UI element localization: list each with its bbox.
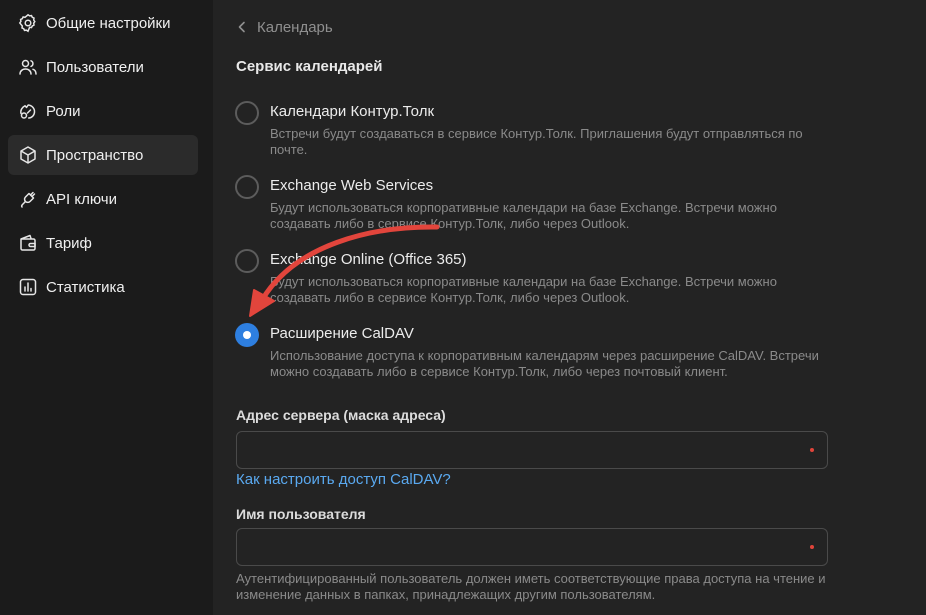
username-label: Имя пользователя xyxy=(236,506,366,522)
sidebar-item-label: Тариф xyxy=(46,234,92,252)
radio-office365[interactable] xyxy=(235,249,259,273)
gear-icon xyxy=(18,13,38,33)
calendar-option-ews: Exchange Web Services Будут использовать… xyxy=(235,175,835,235)
required-indicator xyxy=(810,545,814,549)
option-title: Exchange Online (Office 365) xyxy=(270,251,467,268)
radio-kontur[interactable] xyxy=(235,101,259,125)
required-indicator xyxy=(810,448,814,452)
users-icon xyxy=(18,57,38,77)
option-description: Будут использоваться корпоративные кален… xyxy=(270,274,777,305)
back-button[interactable]: Календарь xyxy=(235,16,333,38)
sidebar-item-users[interactable]: Пользователи xyxy=(8,47,198,87)
sidebar-item-label: API ключи xyxy=(46,190,117,208)
sidebar-item-label: Статистика xyxy=(46,278,125,296)
sidebar-item-label: Общие настройки xyxy=(46,14,171,32)
option-title: Календари Контур.Толк xyxy=(270,103,435,120)
settings-window: Общие настройки Пользователи Роли Простр… xyxy=(0,0,926,615)
sidebar-item-api-keys[interactable]: API ключи xyxy=(8,179,198,219)
option-description: Встречи будут создаваться в сервисе Конт… xyxy=(270,126,803,157)
calendar-option-caldav: Расширение CalDAV Использование доступа … xyxy=(235,323,835,383)
caldav-help-link[interactable]: Как настроить доступ CalDAV? xyxy=(236,471,451,488)
cube-icon xyxy=(18,145,38,165)
server-address-input[interactable] xyxy=(236,431,828,469)
sidebar-item-tariff[interactable]: Тариф xyxy=(8,223,198,263)
sidebar-item-statistics[interactable]: Статистика xyxy=(8,267,198,307)
chart-icon xyxy=(18,277,38,297)
section-title: Сервис календарей xyxy=(236,58,383,75)
username-hint: Аутентифицированный пользователь должен … xyxy=(236,571,826,602)
sidebar-item-general-settings[interactable]: Общие настройки xyxy=(8,3,198,43)
sidebar-item-label: Роли xyxy=(46,102,81,120)
sidebar-item-roles[interactable]: Роли xyxy=(8,91,198,131)
calendar-settings-panel: Календарь Сервис календарей Календари Ко… xyxy=(213,0,926,615)
sidebar-item-label: Пользователи xyxy=(46,58,144,76)
chevron-left-icon xyxy=(238,21,245,33)
server-address-label: Адрес сервера (маска адреса) xyxy=(236,407,446,423)
radio-caldav[interactable] xyxy=(235,323,259,347)
plug-icon xyxy=(18,189,38,209)
option-title: Расширение CalDAV xyxy=(270,325,414,342)
sidebar: Общие настройки Пользователи Роли Простр… xyxy=(0,0,213,615)
wallet-icon xyxy=(18,233,38,253)
option-description: Использование доступа к корпоративным ка… xyxy=(270,348,819,379)
sidebar-item-label: Пространство xyxy=(46,146,144,164)
radio-ews[interactable] xyxy=(235,175,259,199)
back-label: Календарь xyxy=(257,18,333,36)
calendar-option-kontur: Календари Контур.Толк Встречи будут созд… xyxy=(235,101,835,161)
option-title: Exchange Web Services xyxy=(270,177,434,194)
sidebar-item-space[interactable]: Пространство xyxy=(8,135,198,175)
username-input[interactable] xyxy=(236,528,828,566)
calendar-option-office365: Exchange Online (Office 365) Будут испол… xyxy=(235,249,835,309)
option-description: Будут использоваться корпоративные кален… xyxy=(270,200,777,231)
roles-icon xyxy=(18,101,38,121)
